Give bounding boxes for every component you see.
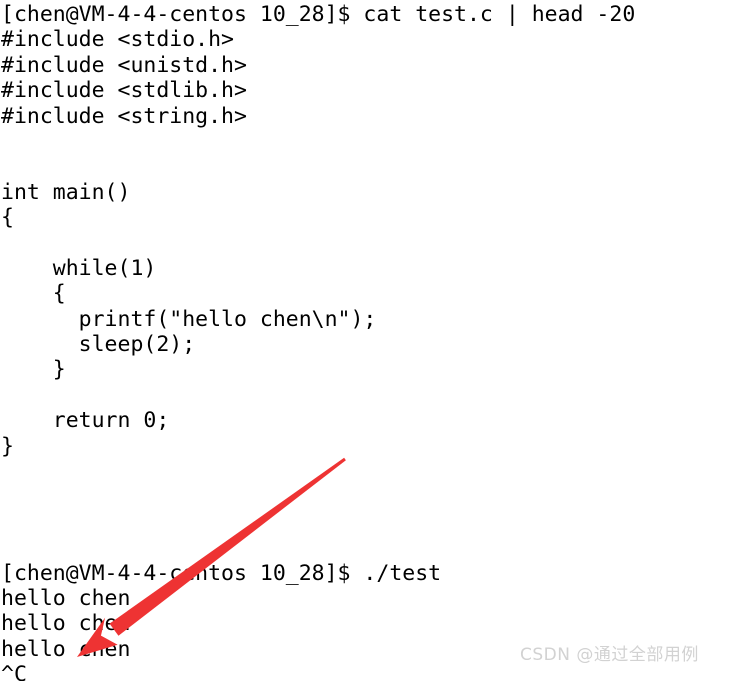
terminal-line-while-loop: while(1) <box>1 255 157 281</box>
terminal-screenshot: [chen@VM-4-4-centos 10_28]$ cat test.c |… <box>0 0 738 681</box>
terminal-line-cat-command: [chen@VM-4-4-centos 10_28]$ cat test.c |… <box>1 2 636 27</box>
terminal-line-main-signature: int main() <box>1 179 131 205</box>
terminal-line-while-open-brace: { <box>1 281 66 307</box>
csdn-watermark: CSDN @通过全部用例 <box>520 645 699 665</box>
terminal-line-run-command: [chen@VM-4-4-centos 10_28]$ ./test <box>1 560 442 586</box>
terminal-line-return: return 0; <box>1 408 170 434</box>
terminal-line-printf: printf("hello chen\n"); <box>1 306 377 332</box>
terminal-line-output-hello-1: hello chen <box>1 585 131 611</box>
terminal-line-include-string: #include <string.h> <box>1 103 247 129</box>
terminal-line-include-unistd: #include <unistd.h> <box>1 52 247 78</box>
terminal-line-output-hello-2: hello chen <box>1 611 131 637</box>
terminal-line-main-close-brace: } <box>1 433 14 459</box>
terminal-line-include-stdio: #include <stdio.h> <box>1 27 234 53</box>
terminal-line-while-close-brace: } <box>1 357 66 383</box>
terminal-line-sleep: sleep(2); <box>1 332 196 358</box>
terminal-line-include-stdlib: #include <stdlib.h> <box>1 78 247 104</box>
terminal-output-area[interactable]: [chen@VM-4-4-centos 10_28]$ cat test.c |… <box>0 0 738 681</box>
terminal-line-main-open-brace: { <box>1 205 14 231</box>
